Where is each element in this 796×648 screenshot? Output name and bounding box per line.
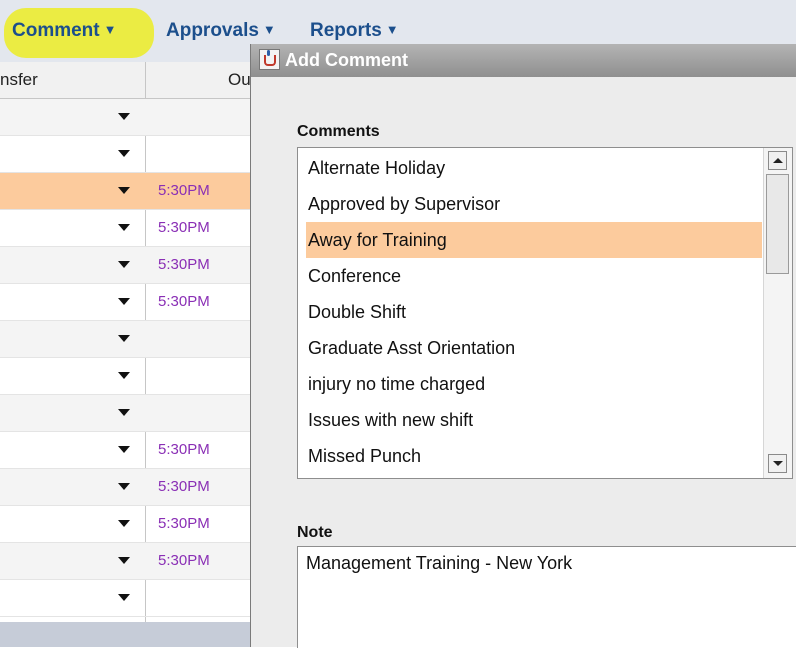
comments-label: Comments bbox=[297, 123, 380, 140]
table-row[interactable] bbox=[0, 99, 250, 136]
grid-footer bbox=[0, 622, 250, 647]
menu-comment-label: Comment bbox=[12, 20, 100, 41]
java-cup-icon bbox=[259, 49, 280, 70]
dropdown-arrow-icon[interactable] bbox=[118, 446, 130, 453]
chevron-down-icon: ▼ bbox=[385, 22, 399, 37]
list-item[interactable]: Away for Training bbox=[306, 222, 762, 258]
menu-reports-label: Reports bbox=[310, 20, 382, 41]
comments-listbox[interactable]: Missed Punch Issues with new shift injury … bbox=[297, 147, 793, 479]
menu-comment[interactable]: Comment ▼ bbox=[12, 20, 117, 42]
dropdown-arrow-icon[interactable] bbox=[118, 150, 130, 157]
dropdown-arrow-icon[interactable] bbox=[118, 224, 130, 231]
comments-scrollbar[interactable] bbox=[763, 148, 792, 478]
out-time-cell: 5:30PM bbox=[158, 293, 210, 310]
out-time-cell: 5:30PM bbox=[158, 552, 210, 569]
list-item[interactable]: Conference bbox=[306, 258, 762, 294]
table-row[interactable] bbox=[0, 395, 250, 432]
out-time-cell: 5:30PM bbox=[158, 182, 210, 199]
dropdown-arrow-icon[interactable] bbox=[118, 261, 130, 268]
table-row[interactable]: 5:30PM bbox=[0, 432, 250, 469]
menu-approvals[interactable]: Approvals ▼ bbox=[166, 20, 276, 42]
out-time-cell: 5:30PM bbox=[158, 256, 210, 273]
table-row[interactable]: 5:30PM bbox=[0, 543, 250, 580]
chevron-down-icon: ▼ bbox=[103, 22, 117, 37]
list-item[interactable]: Approved by Supervisor bbox=[306, 186, 762, 222]
dropdown-arrow-icon[interactable] bbox=[118, 409, 130, 416]
scroll-thumb[interactable] bbox=[766, 174, 789, 274]
table-row[interactable] bbox=[0, 580, 250, 617]
column-header-out[interactable]: Ou bbox=[228, 70, 251, 90]
table-row[interactable]: 5:30PM bbox=[0, 506, 250, 543]
list-item[interactable]: Double Shift bbox=[306, 294, 762, 330]
list-item[interactable]: Graduate Asst Orientation bbox=[306, 330, 762, 366]
dropdown-arrow-icon[interactable] bbox=[118, 335, 130, 342]
out-time-cell: 5:30PM bbox=[158, 441, 210, 458]
dropdown-arrow-icon[interactable] bbox=[118, 113, 130, 120]
list-item[interactable]: Missed Punch bbox=[306, 438, 762, 474]
note-textarea[interactable]: Management Training - New York bbox=[297, 546, 796, 648]
menu-reports[interactable]: Reports ▼ bbox=[310, 20, 399, 42]
table-row[interactable] bbox=[0, 136, 250, 173]
menu-approvals-label: Approvals bbox=[166, 20, 259, 41]
dialog-titlebar[interactable]: Add Comment bbox=[251, 44, 796, 77]
scroll-up-button[interactable] bbox=[768, 151, 787, 170]
note-label: Note bbox=[297, 524, 333, 541]
table-row[interactable] bbox=[0, 358, 250, 395]
table-row[interactable] bbox=[0, 321, 250, 358]
scroll-down-button[interactable] bbox=[768, 454, 787, 473]
table-row[interactable]: 5:30PM bbox=[0, 247, 250, 284]
arrow-down-icon bbox=[773, 461, 783, 466]
dropdown-arrow-icon[interactable] bbox=[118, 372, 130, 379]
out-time-cell: 5:30PM bbox=[158, 219, 210, 236]
dropdown-arrow-icon[interactable] bbox=[118, 594, 130, 601]
table-row[interactable]: 5:30PM bbox=[0, 284, 250, 321]
out-time-cell: 5:30PM bbox=[158, 515, 210, 532]
list-item[interactable]: injury no time charged bbox=[306, 366, 762, 402]
list-item[interactable]: Alternate Holiday bbox=[306, 150, 762, 186]
dropdown-arrow-icon[interactable] bbox=[118, 298, 130, 305]
timesheet-grid: 5:30PM 5:30PM 5:30PM 5:30PM 5:30PM 5:30PM 5:30… bbox=[0, 99, 250, 617]
list-item[interactable]: Issues with new shift bbox=[306, 402, 762, 438]
column-header-transfer[interactable]: nsfer bbox=[0, 70, 38, 90]
table-row[interactable]: 5:30PM bbox=[0, 210, 250, 247]
arrow-up-icon bbox=[773, 158, 783, 163]
table-row[interactable]: 5:30PM bbox=[0, 173, 250, 210]
chevron-down-icon: ▼ bbox=[262, 22, 276, 37]
table-row[interactable]: 5:30PM bbox=[0, 469, 250, 506]
add-comment-dialog: Add Comment Comments Missed Punch Issues … bbox=[250, 44, 796, 648]
note-value: Management Training - New York bbox=[306, 553, 573, 573]
dropdown-arrow-icon[interactable] bbox=[118, 520, 130, 527]
dropdown-arrow-icon[interactable] bbox=[118, 557, 130, 564]
dropdown-arrow-icon[interactable] bbox=[118, 187, 130, 194]
out-time-cell: 5:30PM bbox=[158, 478, 210, 495]
dialog-title: Add Comment bbox=[285, 50, 408, 70]
dropdown-arrow-icon[interactable] bbox=[118, 483, 130, 490]
